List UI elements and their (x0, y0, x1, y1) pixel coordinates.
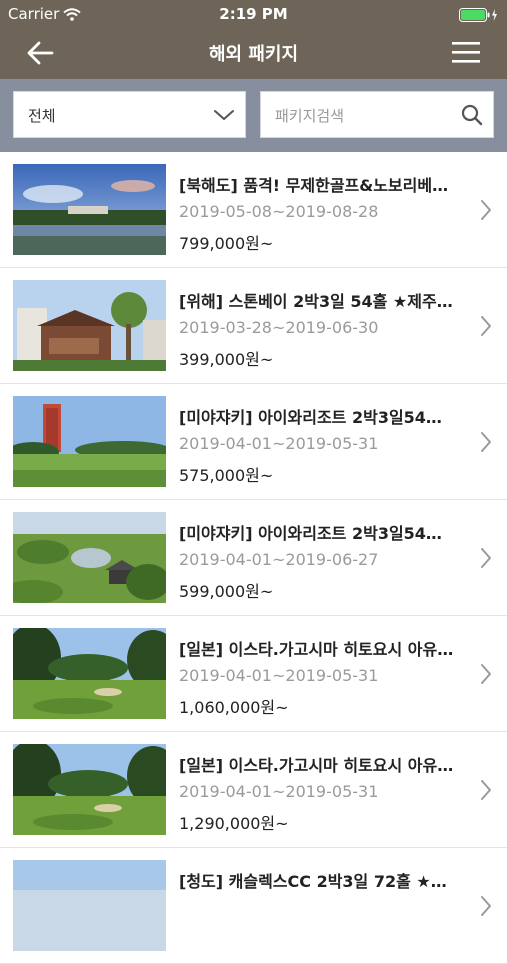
package-dates: 2019-04-01~2019-05-31 (179, 782, 379, 801)
package-dates: 2019-03-28~2019-06-30 (179, 318, 379, 337)
package-price: 399,000원~ (179, 350, 274, 369)
nav-bar: 해외 패키지 (0, 28, 507, 79)
list-item[interactable]: [일본] 이스타.가고시마 히토요시 아유… 2019-04-01~2019-0… (0, 616, 507, 732)
chevron-down-icon (213, 107, 235, 126)
package-thumbnail (13, 860, 166, 951)
package-thumbnail (13, 280, 166, 371)
menu-icon (452, 42, 480, 63)
package-title: [미야쟈키] 아이와리조트 2박3일54… (179, 524, 442, 543)
package-price: 1,060,000원~ (179, 698, 289, 717)
region-select-value: 전체 (28, 107, 56, 125)
list-item[interactable]: [북해도] 품격! 무제한골프&노보리베… 2019-05-08~2019-08… (0, 152, 507, 268)
page-title: 해외 패키지 (208, 44, 299, 65)
package-title: [미야쟈키] 아이와리조트 2박3일54… (179, 408, 442, 427)
chevron-right-icon (479, 662, 493, 690)
chevron-right-icon (479, 198, 493, 226)
status-bar: Carrier 2:19 PM (0, 0, 507, 28)
list-item[interactable]: [위해] 스톤베이 2박3일 54홀 ★제주… 2019-03-28~2019-… (0, 268, 507, 384)
package-dates: 2019-04-01~2019-06-27 (179, 550, 379, 569)
package-title: [위해] 스톤베이 2박3일 54홀 ★제주… (179, 292, 453, 311)
package-price: 599,000원~ (179, 582, 274, 601)
package-thumbnail (13, 512, 166, 603)
package-thumbnail (13, 628, 166, 719)
package-thumbnail (13, 164, 166, 255)
package-thumbnail (13, 396, 166, 487)
region-select[interactable]: 전체 (13, 91, 246, 138)
filter-bar: 전체 패키지검색 (0, 79, 507, 152)
status-time: 2:19 PM (219, 5, 288, 23)
package-list: [북해도] 품격! 무제한골프&노보리베… 2019-05-08~2019-08… (0, 152, 507, 964)
package-title: [일본] 이스타.가고시마 히토요시 아유… (179, 640, 454, 659)
package-price: 1,290,000원~ (179, 814, 289, 833)
package-search-input[interactable]: 패키지검색 (260, 91, 494, 138)
package-title: [일본] 이스타.가고시마 히토요시 아유… (179, 756, 454, 775)
package-dates: 2019-04-01~2019-05-31 (179, 666, 379, 685)
chevron-right-icon (479, 778, 493, 806)
charging-icon (492, 9, 497, 21)
battery-icon (459, 7, 499, 26)
search-icon[interactable] (461, 104, 483, 130)
list-item[interactable]: [일본] 이스타.가고시마 히토요시 아유… 2019-04-01~2019-0… (0, 732, 507, 848)
menu-button[interactable] (451, 40, 481, 66)
list-item[interactable]: [미야쟈키] 아이와리조트 2박3일54… 2019-04-01~2019-06… (0, 500, 507, 616)
package-title: [북해도] 품격! 무제한골프&노보리베… (179, 176, 449, 195)
search-placeholder: 패키지검색 (275, 107, 345, 125)
list-item[interactable]: [미야쟈키] 아이와리조트 2박3일54… 2019-04-01~2019-05… (0, 384, 507, 500)
chevron-right-icon (479, 314, 493, 342)
app-header: Carrier 2:19 PM 해외 패키지 (0, 0, 507, 79)
package-dates: 2019-04-01~2019-05-31 (179, 434, 379, 453)
package-title: [청도] 캐슬렉스CC 2박3일 72홀 ★… (179, 872, 447, 891)
package-price: 575,000원~ (179, 466, 274, 485)
list-item[interactable]: [청도] 캐슬렉스CC 2박3일 72홀 ★… (0, 848, 507, 964)
chevron-right-icon (479, 894, 493, 922)
chevron-right-icon (479, 430, 493, 458)
chevron-right-icon (479, 546, 493, 574)
package-price: 799,000원~ (179, 234, 274, 253)
package-thumbnail (13, 744, 166, 835)
package-dates: 2019-05-08~2019-08-28 (179, 202, 379, 221)
